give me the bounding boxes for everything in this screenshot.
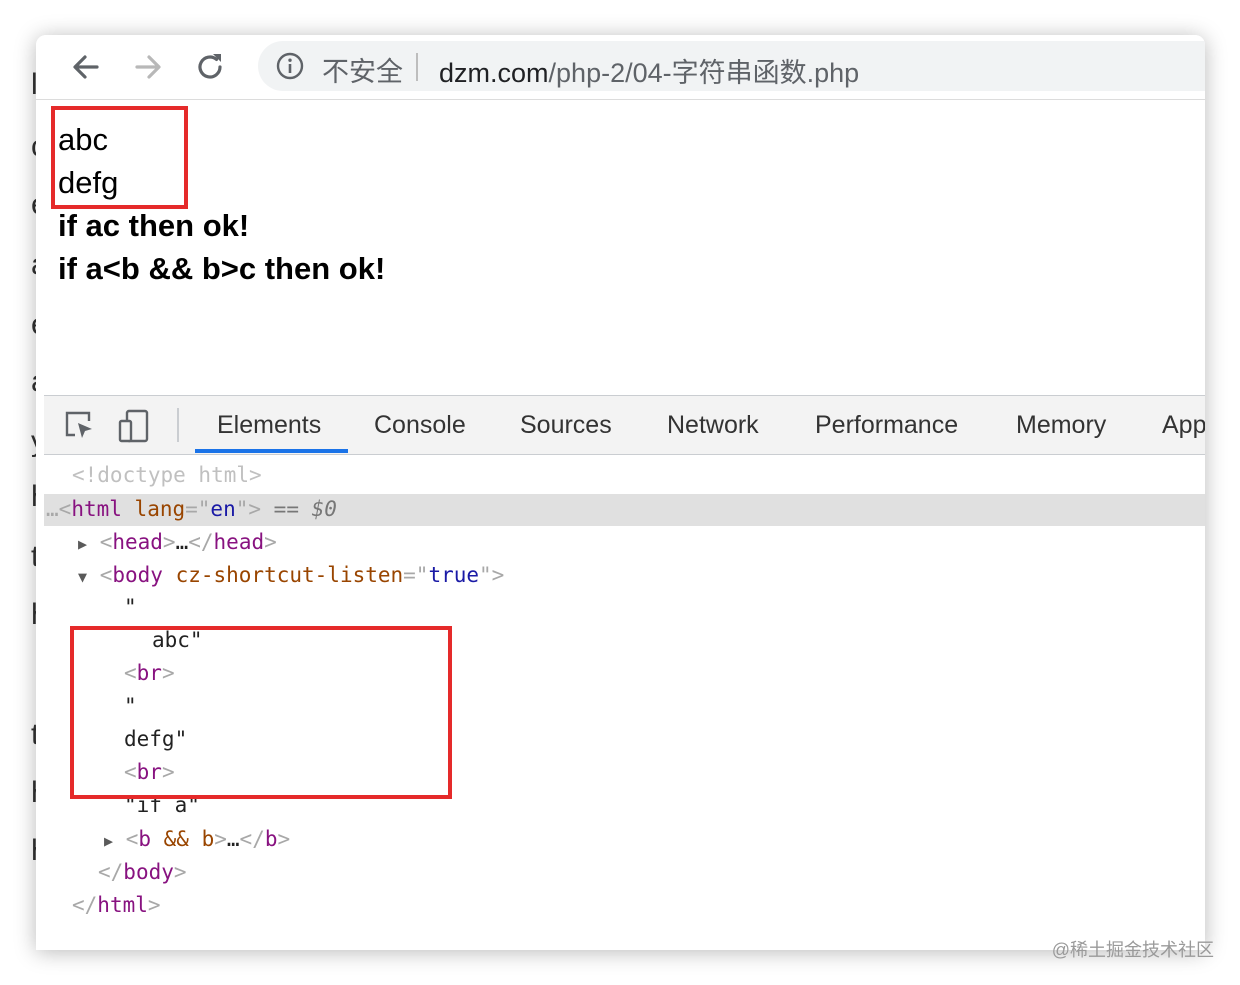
- gt: >: [264, 530, 277, 554]
- browser-toolbar: 不安全 dzm.com/php-2/04-字符串函数.php: [36, 35, 1205, 100]
- eq-quote: =": [185, 497, 211, 521]
- forward-button[interactable]: [130, 49, 166, 85]
- selected-node-marker: == $0: [273, 497, 337, 521]
- back-button[interactable]: [68, 49, 104, 85]
- arrow-left-icon: [73, 55, 99, 79]
- dom-text-node-quote[interactable]: ": [124, 595, 137, 619]
- b-close-tag-name: b: [264, 827, 278, 851]
- dom-doctype[interactable]: <!doctype html>: [72, 463, 262, 487]
- gt: >: [147, 893, 161, 917]
- dom-body-node[interactable]: ▼ <body cz-shortcut-listen="true">: [78, 563, 504, 587]
- html-close-tag-name: html: [97, 893, 148, 917]
- url-text[interactable]: dzm.com/php-2/04-字符串函数.php: [439, 51, 859, 90]
- quote-gt: ">: [479, 563, 505, 587]
- lt-slash: </: [239, 827, 265, 851]
- url-host: dzm.com: [439, 58, 549, 88]
- watermark: @稀土掘金技术社区: [1051, 940, 1214, 960]
- dom-html-node[interactable]: …<html lang="en"> == $0: [46, 497, 337, 521]
- gt: >: [277, 827, 291, 851]
- html-tag-name: html: [71, 497, 122, 521]
- reload-icon: [198, 54, 222, 79]
- tab-performance[interactable]: Performance: [815, 411, 958, 440]
- lt: <: [99, 530, 113, 554]
- collapse-triangle-icon[interactable]: ▼: [78, 568, 87, 586]
- gt: >: [173, 860, 187, 884]
- info-icon[interactable]: [276, 52, 304, 80]
- dom-b-node[interactable]: ▶ <b && b>…</b>: [104, 827, 290, 851]
- tab-memory[interactable]: Memory: [1016, 411, 1106, 440]
- eq-quote: =": [403, 563, 429, 587]
- devtools-tab-bar: Elements Console Sources Network Perform…: [44, 395, 1205, 455]
- gt: >: [162, 530, 176, 554]
- b-ellipsis: …: [226, 827, 240, 851]
- body-attr-value: true: [428, 563, 480, 587]
- highlight-box-output: [51, 106, 188, 209]
- browser-window: 不安全 dzm.com/php-2/04-字符串函数.php abc defg …: [36, 35, 1205, 950]
- output-line-if-ac: if ac then ok!: [58, 208, 250, 243]
- head-close-tag-name: head: [213, 530, 265, 554]
- tab-sources[interactable]: Sources: [520, 411, 612, 440]
- b-tag-name: b: [138, 827, 151, 851]
- security-label: 不安全: [322, 57, 403, 87]
- dom-body-close[interactable]: </body>: [98, 860, 187, 884]
- head-tag-name: head: [112, 530, 163, 554]
- device-toolbar-icon[interactable]: [116, 408, 152, 444]
- body-close-tag-name: body: [123, 860, 174, 884]
- lt-slash: </: [98, 860, 124, 884]
- tab-elements[interactable]: Elements: [217, 411, 321, 440]
- page-viewport: abc defg if ac then ok! if a<b && b>c th…: [36, 100, 1205, 395]
- expand-triangle-icon[interactable]: ▶: [78, 535, 87, 553]
- inspect-element-icon[interactable]: [62, 408, 96, 442]
- devtools-divider: [177, 408, 179, 442]
- reload-button[interactable]: [192, 49, 228, 85]
- b-attrs: && b: [163, 827, 215, 851]
- tab-application[interactable]: App: [1162, 411, 1205, 440]
- address-separator: [416, 53, 418, 81]
- output-line-if-a-b: if a<b && b>c then ok!: [58, 251, 386, 286]
- devtools-panel: Elements Console Sources Network Perform…: [44, 395, 1205, 950]
- highlight-box-dom: [70, 626, 452, 799]
- active-tab-indicator: [195, 449, 348, 453]
- lt-slash: </: [188, 530, 214, 554]
- quote-gt: ">: [235, 497, 262, 521]
- body-attr-name: cz-shortcut-listen: [175, 563, 404, 587]
- body-tag-name: body: [112, 563, 163, 587]
- tab-console[interactable]: Console: [374, 411, 466, 440]
- html-attr-name: lang: [134, 497, 186, 521]
- arrow-right-icon: [135, 55, 161, 79]
- dom-head-node[interactable]: ▶ <head>…</head>: [78, 530, 277, 554]
- gt: >: [214, 827, 227, 851]
- dom-html-close[interactable]: </html>: [72, 893, 161, 917]
- expand-triangle-icon[interactable]: ▶: [104, 832, 113, 850]
- node-ellipsis[interactable]: …: [46, 497, 59, 521]
- lt: <: [58, 497, 72, 521]
- doctype-text: <!doctype html>: [72, 463, 262, 487]
- tab-network[interactable]: Network: [667, 411, 759, 440]
- url-path: /php-2/04-字符串函数.php: [548, 58, 860, 88]
- address-bar[interactable]: 不安全 dzm.com/php-2/04-字符串函数.php: [258, 41, 1205, 91]
- lt-slash: </: [72, 893, 98, 917]
- head-ellipsis: …: [175, 530, 189, 554]
- lt: <: [99, 563, 113, 587]
- html-attr-value: en: [210, 497, 236, 521]
- lt: <: [125, 827, 139, 851]
